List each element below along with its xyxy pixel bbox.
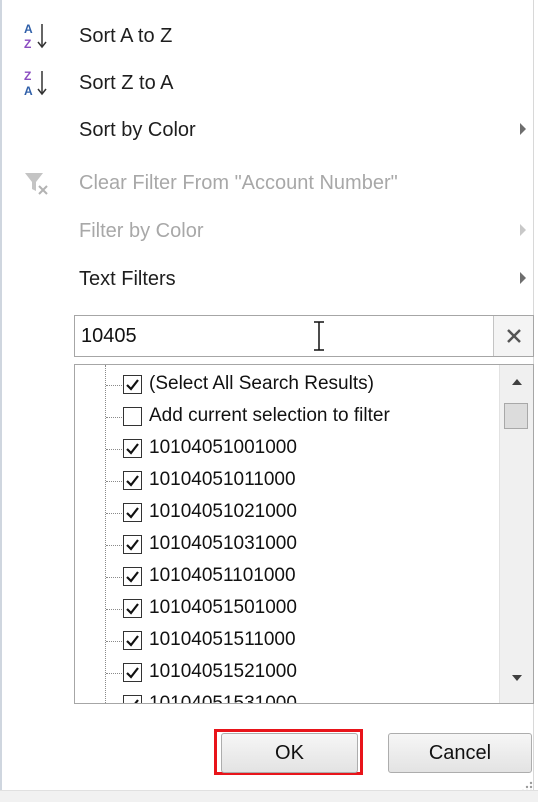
menu-label-sort-z-to-a: Sort Z to A bbox=[79, 71, 174, 94]
list-item[interactable]: 10104051521000 bbox=[75, 657, 495, 689]
list-item-label: 10104051011000 bbox=[149, 469, 296, 490]
list-item[interactable]: 10104051531000 bbox=[75, 689, 495, 704]
list-item-checkbox[interactable] bbox=[123, 503, 142, 522]
svg-text:A: A bbox=[24, 84, 33, 98]
list-item-label: 10104051031000 bbox=[149, 533, 297, 554]
list-item-label: (Select All Search Results) bbox=[149, 373, 374, 394]
list-item[interactable]: 10104051101000 bbox=[75, 561, 495, 593]
cancel-button[interactable]: Cancel bbox=[388, 733, 532, 773]
tree-connector bbox=[106, 577, 122, 578]
list-item-label: 10104051531000 bbox=[149, 693, 297, 704]
list-item-label: 10104051501000 bbox=[149, 597, 297, 618]
list-item-label: Add current selection to filter bbox=[149, 405, 390, 426]
tree-connector bbox=[106, 513, 122, 514]
filter-values-list: (Select All Search Results) Add current s… bbox=[74, 364, 534, 704]
list-item-checkbox[interactable] bbox=[123, 535, 142, 554]
list-item[interactable]: (Select All Search Results) bbox=[75, 369, 495, 401]
list-item-checkbox[interactable] bbox=[123, 695, 142, 703]
list-item[interactable]: 10104051501000 bbox=[75, 593, 495, 625]
list-item[interactable]: 10104051511000 bbox=[75, 625, 495, 657]
scroll-down-arrow-icon[interactable] bbox=[512, 675, 522, 681]
menu-item-clear-filter[interactable]: Clear Filter From "Account Number" bbox=[2, 160, 536, 206]
tree-connector bbox=[106, 481, 122, 482]
search-input[interactable] bbox=[75, 316, 493, 356]
list-item[interactable]: 10104051001000 bbox=[75, 433, 495, 465]
checkmark-icon bbox=[126, 667, 139, 679]
menu-item-text-filters[interactable]: Text Filters bbox=[2, 256, 536, 302]
clear-search-button[interactable] bbox=[493, 316, 533, 356]
menu-label-text-filters: Text Filters bbox=[79, 267, 176, 290]
checkmark-icon bbox=[126, 379, 139, 391]
scroll-thumb[interactable] bbox=[504, 403, 528, 429]
tree-connector bbox=[106, 449, 122, 450]
menu-label-clear-filter: Clear Filter From "Account Number" bbox=[79, 171, 398, 194]
clear-filter-icon bbox=[22, 167, 54, 199]
list-item-label: 10104051101000 bbox=[149, 565, 296, 586]
status-strip bbox=[0, 790, 538, 802]
list-scrollbar[interactable] bbox=[499, 365, 533, 703]
list-item-checkbox[interactable] bbox=[123, 407, 142, 426]
checkmark-icon bbox=[126, 603, 139, 615]
search-box bbox=[74, 315, 534, 357]
filter-dropdown-panel: A Z Sort A to Z Z A Sort Z to A Sort by … bbox=[0, 0, 536, 793]
tree-connector bbox=[106, 609, 122, 610]
tree-connector bbox=[106, 641, 122, 642]
svg-text:A: A bbox=[24, 22, 33, 36]
list-item-label: 10104051511000 bbox=[149, 629, 296, 650]
list-item-checkbox[interactable] bbox=[123, 439, 142, 458]
list-item-label: 10104051521000 bbox=[149, 661, 297, 682]
checkmark-icon bbox=[126, 475, 139, 487]
list-item[interactable]: 10104051011000 bbox=[75, 465, 495, 497]
menu-label-sort-by-color: Sort by Color bbox=[79, 118, 196, 141]
list-item-label: 10104051021000 bbox=[149, 501, 297, 522]
list-item-checkbox[interactable] bbox=[123, 567, 142, 586]
list-item-checkbox[interactable] bbox=[123, 599, 142, 618]
list-item-checkbox[interactable] bbox=[123, 631, 142, 650]
menu-item-sort-a-to-z[interactable]: A Z Sort A to Z bbox=[2, 13, 536, 59]
tree-connector bbox=[106, 417, 122, 418]
list-item[interactable]: 10104051031000 bbox=[75, 529, 495, 561]
list-item[interactable]: Add current selection to filter bbox=[75, 401, 495, 433]
menu-item-filter-by-color[interactable]: Filter by Color bbox=[2, 208, 536, 254]
list-item-checkbox[interactable] bbox=[123, 663, 142, 682]
checkmark-icon bbox=[126, 635, 139, 647]
text-cursor-icon bbox=[311, 319, 327, 353]
close-icon bbox=[507, 329, 521, 343]
ok-button[interactable]: OK bbox=[221, 733, 358, 773]
checkmark-icon bbox=[126, 571, 139, 583]
checkmark-icon bbox=[126, 539, 139, 551]
svg-text:Z: Z bbox=[24, 37, 31, 51]
checkmark-icon bbox=[126, 443, 139, 455]
chevron-right-icon bbox=[520, 272, 526, 284]
checkmark-icon bbox=[126, 507, 139, 519]
list-item-checkbox[interactable] bbox=[123, 375, 142, 394]
list-item-checkbox[interactable] bbox=[123, 471, 142, 490]
menu-label-filter-by-color: Filter by Color bbox=[79, 219, 204, 242]
tree-connector bbox=[106, 545, 122, 546]
sort-z-to-a-icon: Z A bbox=[22, 67, 54, 99]
scroll-up-arrow-icon[interactable] bbox=[512, 379, 522, 385]
menu-item-sort-by-color[interactable]: Sort by Color bbox=[2, 107, 536, 153]
list-item-label: 10104051001000 bbox=[149, 437, 297, 458]
tree-connector bbox=[106, 673, 122, 674]
chevron-right-icon bbox=[520, 123, 526, 135]
chevron-right-icon bbox=[520, 224, 526, 236]
menu-item-sort-z-to-a[interactable]: Z A Sort Z to A bbox=[2, 60, 536, 106]
tree-connector bbox=[106, 385, 122, 386]
list-item[interactable]: 10104051021000 bbox=[75, 497, 495, 529]
svg-text:Z: Z bbox=[24, 69, 31, 83]
menu-label-sort-a-to-z: Sort A to Z bbox=[79, 24, 173, 47]
checkmark-icon bbox=[134, 699, 139, 703]
sort-a-to-z-icon: A Z bbox=[22, 20, 54, 52]
